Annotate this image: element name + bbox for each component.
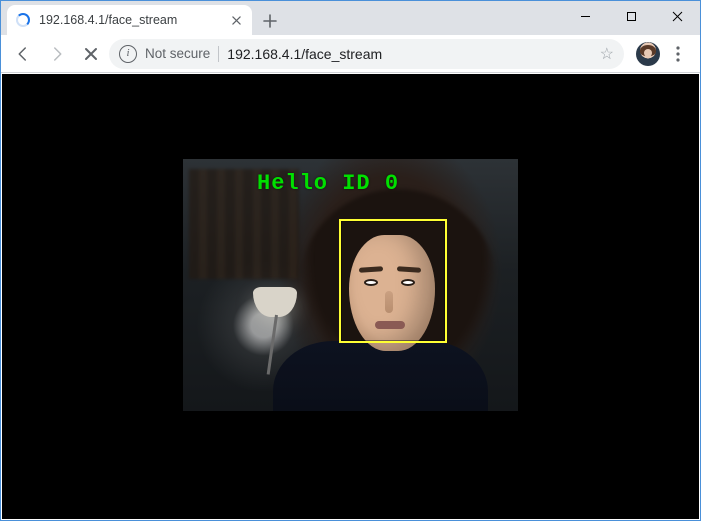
background-lamp-arm [267,315,278,375]
profile-avatar[interactable] [636,42,660,66]
kebab-menu-button[interactable] [662,39,694,69]
tab-close-button[interactable] [228,12,244,28]
background-lamp [253,287,297,317]
window-maximize-button[interactable] [608,1,654,31]
new-tab-button[interactable] [256,7,284,35]
security-status: Not secure [145,46,210,61]
url-text: 192.168.4.1/face_stream [227,46,591,62]
loading-spinner-icon [15,12,31,28]
browser-toolbar: i Not secure 192.168.4.1/face_stream ☆ [1,35,700,73]
stop-reload-button[interactable] [75,39,107,69]
forward-button[interactable] [41,39,73,69]
detection-label: Hello ID 0 [257,171,399,196]
page-content: Hello ID 0 [2,74,699,519]
video-stream: Hello ID 0 [183,159,518,411]
browser-tab[interactable]: 192.168.4.1/face_stream [7,5,252,35]
address-bar[interactable]: i Not secure 192.168.4.1/face_stream ☆ [109,39,624,69]
bookmark-star-icon[interactable]: ☆ [600,44,614,64]
site-info-icon[interactable]: i [119,45,137,63]
subject-shoulders [273,341,488,411]
separator [218,46,219,62]
window-minimize-button[interactable] [562,1,608,31]
window-close-button[interactable] [654,1,700,31]
window-titlebar: 192.168.4.1/face_stream [1,1,700,35]
back-button[interactable] [7,39,39,69]
tab-title: 192.168.4.1/face_stream [39,13,220,27]
face-bounding-box [339,219,447,343]
window-controls [562,1,700,31]
